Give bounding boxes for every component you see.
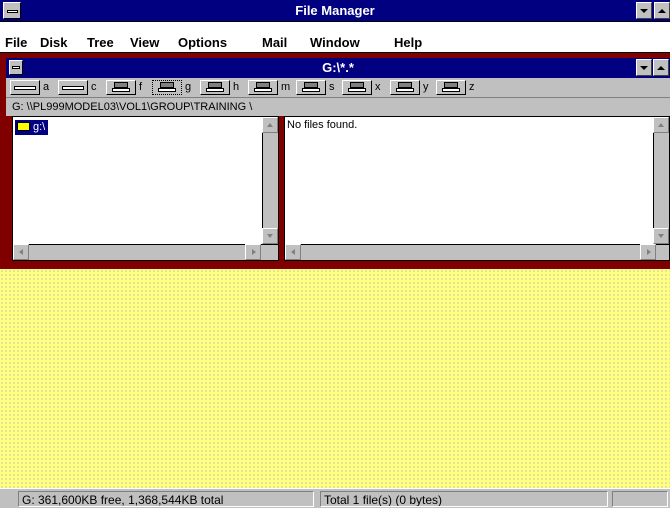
directory-window-titlebar[interactable]: G:\*.* — [6, 58, 670, 78]
scroll-up-icon[interactable] — [262, 117, 278, 133]
directory-window-title: G:\*.* — [322, 60, 354, 75]
tree-vertical-scrollbar[interactable] — [262, 117, 278, 245]
child-minimize-icon[interactable] — [636, 59, 652, 76]
tree-horizontal-scrollbar[interactable] — [13, 244, 278, 260]
hard-drive-icon — [58, 80, 88, 95]
menu-tree[interactable]: Tree — [87, 35, 114, 50]
network-drive-icon — [296, 80, 326, 95]
menu-bar: File Disk Tree View Options Mail Window … — [0, 33, 670, 53]
minimize-icon[interactable] — [636, 2, 652, 19]
tree-item-label: g:\ — [33, 121, 46, 133]
scroll-down-icon[interactable] — [653, 228, 669, 244]
network-drive-icon — [436, 80, 466, 95]
scroll-right-icon[interactable] — [640, 244, 656, 260]
scroll-left-icon[interactable] — [13, 244, 29, 260]
network-drive-icon — [342, 80, 372, 95]
status-file-count: Total 1 file(s) (0 bytes) — [320, 491, 608, 507]
menu-options[interactable]: Options — [178, 35, 227, 50]
floppy-drive-icon — [10, 80, 40, 95]
status-free-space: G: 361,600KB free, 1,368,544KB total — [18, 491, 314, 507]
network-drive-icon — [200, 80, 230, 95]
file-vertical-scrollbar[interactable] — [653, 117, 669, 245]
folder-icon — [17, 121, 30, 131]
directory-tree-pane[interactable]: g:\ — [12, 116, 279, 261]
file-list-message: No files found. — [287, 119, 358, 131]
scroll-down-icon[interactable] — [262, 228, 278, 244]
scroll-right-icon[interactable] — [245, 244, 261, 260]
mdi-workspace[interactable] — [0, 268, 670, 488]
file-horizontal-scrollbar[interactable] — [285, 244, 669, 260]
window-title: File Manager — [295, 3, 375, 18]
status-spare — [612, 491, 668, 507]
maximize-icon[interactable] — [654, 2, 670, 19]
network-drive-icon — [390, 80, 420, 95]
network-drive-icon — [248, 80, 278, 95]
menu-spacer — [0, 22, 670, 33]
menu-disk[interactable]: Disk — [40, 35, 67, 50]
scroll-up-icon[interactable] — [653, 117, 669, 133]
network-drive-icon — [106, 80, 136, 95]
scroll-left-icon[interactable] — [285, 244, 301, 260]
tree-item-root[interactable]: g:\ — [15, 120, 49, 135]
menu-window[interactable]: Window — [310, 35, 360, 50]
file-list-pane[interactable]: No files found. — [284, 116, 670, 261]
status-bar: G: 361,600KB free, 1,368,544KB total Tot… — [0, 488, 670, 508]
network-drive-icon — [152, 80, 182, 95]
menu-mail[interactable]: Mail — [262, 35, 287, 50]
menu-help[interactable]: Help — [394, 35, 422, 50]
drive-bar: a c f g h m s x y z — [6, 78, 670, 98]
current-path: G: \\PL999MODEL03\VOL1\GROUP\TRAINING \ — [6, 98, 670, 116]
window-titlebar[interactable]: File Manager — [0, 0, 670, 22]
menu-file[interactable]: File — [5, 35, 27, 50]
child-maximize-icon[interactable] — [653, 59, 669, 76]
menu-view[interactable]: View — [130, 35, 159, 50]
directory-window: G:\*.* a c f g h m s x y z G: \\PL999MOD… — [0, 53, 670, 268]
